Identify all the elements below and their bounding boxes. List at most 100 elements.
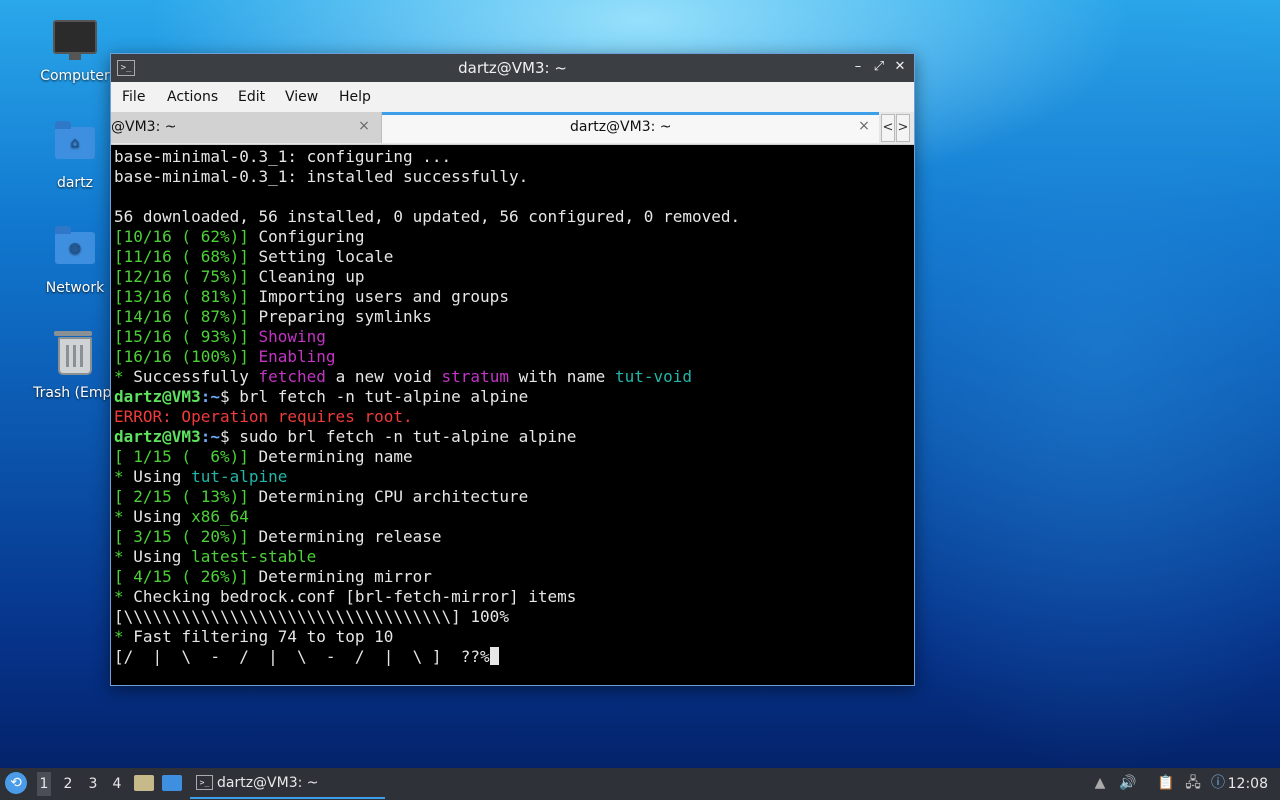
terminal-line: 56 downloaded, 56 installed, 0 updated, … [114,207,911,227]
terminal-segment: [11/16 ( 68%)] [114,247,249,266]
home-folder-icon: ⌂ [53,121,97,171]
window-titlebar[interactable]: >_ dartz@VM3: ~ – ⤢ ✕ [111,54,914,82]
network-icon[interactable]: 🖧 [1184,774,1202,792]
show-desktop-icon[interactable] [162,775,182,791]
desktop-icon-label: dartz [56,175,94,191]
menu-edit[interactable]: Edit [238,89,265,105]
maximize-button[interactable]: ⤢ [870,58,888,76]
terminal-segment: [15/16 ( 93%)] [114,327,249,346]
computer-icon [53,20,97,64]
terminal-segment: Setting locale [248,247,394,266]
tab-close-icon[interactable]: × [357,118,371,134]
terminal-segment: [\\\\\\\\\\\\\\\\\\\\\\\\\\\\\\\\\\] 100… [114,607,509,626]
terminal-segment: * [114,547,124,566]
terminal-output[interactable]: base-minimal-0.3_1: configuring ... base-… [111,145,911,683]
terminal-line: * Fast filtering 74 to top 10 [114,627,911,647]
terminal-line: [10/16 ( 62%)] Configuring [114,227,911,247]
terminal-line: * Using x86_64 [114,507,911,527]
file-manager-icon[interactable] [134,775,154,791]
start-menu-icon[interactable]: ⟲ [5,772,27,794]
terminal-line: * Using tut-alpine [114,467,911,487]
menu-file[interactable]: File [122,89,145,105]
terminal-segment: [ 2/15 ( 13%)] [114,487,249,506]
close-button[interactable]: ✕ [891,58,909,76]
terminal-segment: Determining release [248,527,442,546]
terminal-segment: :~ [200,387,220,406]
terminal-segment: [ 4/15 ( 26%)] [114,567,249,586]
trash-icon [53,331,97,381]
terminal-segment: * [114,467,124,486]
terminal-segment: stratum [441,367,509,386]
tab-terminal-2[interactable]: dartz@VM3: ~ × [382,112,879,143]
terminal-line: [12/16 ( 75%)] Cleaning up [114,267,911,287]
taskbar-task-terminal[interactable]: >_ dartz@VM3: ~ [190,769,385,799]
terminal-segment: [13/16 ( 81%)] [114,287,249,306]
tab-scroll-left-icon[interactable]: < [881,114,895,142]
tab-label: @VM3: ~ [111,119,177,135]
update-notifier-icon[interactable]: ⓘ [1209,774,1227,792]
terminal-segment: [ 3/15 ( 20%)] [114,527,249,546]
terminal-line: * Using latest-stable [114,547,911,567]
terminal-line: dartz@VM3:~$ sudo brl fetch -n tut-alpin… [114,427,911,447]
desktop-icon-trash[interactable]: Trash (Empt [27,331,123,401]
tab-close-icon[interactable]: × [857,118,871,134]
terminal-app-icon: >_ [196,775,213,790]
terminal-segment: [/ | \ - / | \ - / | \ ] ??% [114,647,490,666]
terminal-segment: * [114,627,124,646]
terminal-segment: tut-void [614,367,692,386]
terminal-segment: 56 downloaded, 56 installed, 0 updated, … [114,207,741,226]
terminal-segment: $ sudo brl fetch -n tut-alpine alpine [219,427,577,446]
workspace-1[interactable]: 1 [37,772,51,796]
terminal-line: [14/16 ( 87%)] Preparing symlinks [114,307,911,327]
volume-icon[interactable]: 🔊 [1119,774,1137,792]
desktop-icon-home[interactable]: ⌂ dartz [27,121,123,191]
terminal-segment: [12/16 ( 75%)] [114,267,249,286]
terminal-segment: base-minimal-0.3_1: installed successful… [114,167,529,186]
terminal-line: [11/16 ( 68%)] Setting locale [114,247,911,267]
terminal-line: base-minimal-0.3_1: installed successful… [114,167,911,187]
terminal-line: [ 3/15 ( 20%)] Determining release [114,527,911,547]
workspace-4[interactable]: 4 [110,776,124,792]
clock[interactable]: 12:08 [1228,776,1268,792]
terminal-line: [ 1/15 ( 6%)] Determining name [114,447,911,467]
terminal-segment: a new void [325,367,442,386]
minimize-button[interactable]: – [849,58,867,76]
scroll-up-icon[interactable]: ▲ [1091,774,1109,792]
terminal-segment: [14/16 ( 87%)] [114,307,249,326]
window-title: dartz@VM3: ~ [458,59,567,77]
terminal-segment: Determining mirror [248,567,432,586]
terminal-segment: fetched [258,367,326,386]
desktop-icon-label: Trash (Empt [33,385,117,401]
terminal-line: [16/16 (100%)] Enabling [114,347,911,367]
desktop-icon-label: Network [45,280,105,296]
terminal-segment: dartz@VM3 [114,387,201,406]
terminal-segment: :~ [200,427,220,446]
terminal-segment: Showing [248,327,326,346]
desktop-icon-network[interactable]: ◍ Network [27,226,123,296]
workspace-2[interactable]: 2 [61,776,75,792]
terminal-line: [/ | \ - / | \ - / | \ ] ??% [114,647,911,667]
network-folder-icon: ◍ [53,226,97,276]
taskbar: ⟲ 1 2 3 4 >_ dartz@VM3: ~ ▲ 🔊 📋 🖧 ⓘ 12:0… [0,768,1280,800]
terminal-segment: with name [508,367,615,386]
workspace-3[interactable]: 3 [86,776,100,792]
terminal-line: [ 2/15 ( 13%)] Determining CPU architect… [114,487,911,507]
terminal-segment: Importing users and groups [248,287,509,306]
terminal-line: [15/16 ( 93%)] Showing [114,327,911,347]
terminal-segment: Using [123,547,192,566]
terminal-segment: ERROR: Operation requires root. [114,407,413,426]
menu-help[interactable]: Help [339,89,371,105]
terminal-line: base-minimal-0.3_1: configuring ... [114,147,911,167]
desktop-icon-computer[interactable]: Computer [27,16,123,84]
task-label: dartz@VM3: ~ [217,775,319,791]
menu-view[interactable]: View [285,89,318,105]
terminal-segment: Enabling [248,347,336,366]
clipboard-icon[interactable]: 📋 [1157,774,1175,792]
terminal-window[interactable]: >_ dartz@VM3: ~ – ⤢ ✕ File Actions Edit … [110,53,915,686]
tab-scroll-right-icon[interactable]: > [896,114,910,142]
terminal-segment: x86_64 [191,507,249,526]
tab-terminal-1[interactable]: @VM3: ~ × [111,112,382,143]
terminal-segment: [ 1/15 ( 6%)] [114,447,249,466]
menu-actions[interactable]: Actions [167,89,218,105]
